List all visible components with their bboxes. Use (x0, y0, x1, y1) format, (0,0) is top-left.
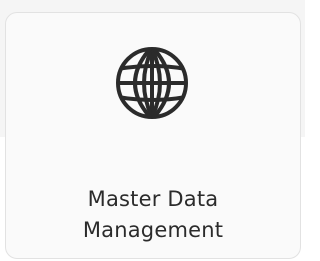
master-data-management-tile[interactable]: Master Data Management (5, 12, 301, 259)
tile-label-line-2: Management (82, 218, 224, 242)
tile-label: Master Data Management (6, 184, 300, 246)
tile-label-line-1: Master Data (87, 187, 219, 211)
globe-icon (116, 47, 188, 119)
